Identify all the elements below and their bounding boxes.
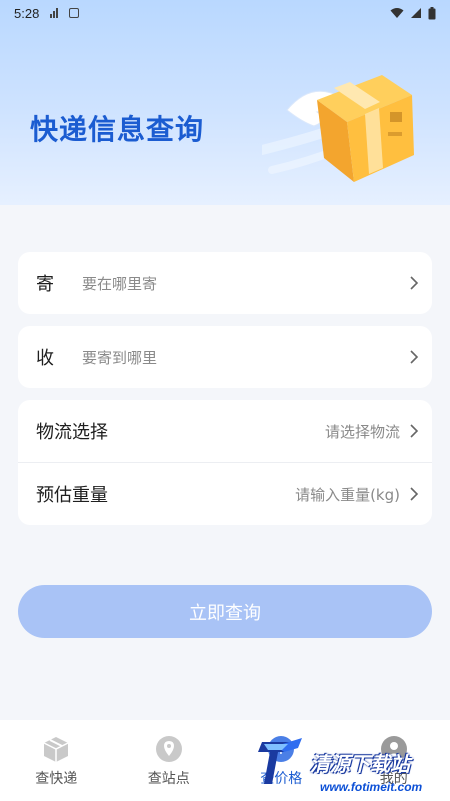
watermark-brand: 清源下载站 bbox=[310, 752, 410, 776]
watermark-overlay: 清源下载站 www.fotimeit.com bbox=[258, 732, 448, 800]
weight-label: 预估重量 bbox=[36, 485, 108, 506]
sender-card[interactable]: 寄 要在哪里寄 bbox=[18, 252, 432, 314]
query-button[interactable]: 立即查询 bbox=[18, 585, 432, 638]
wifi-icon bbox=[390, 8, 404, 18]
battery-icon bbox=[428, 6, 436, 19]
cell-signal-icon bbox=[411, 8, 421, 18]
receiver-card[interactable]: 收 要寄到哪里 bbox=[18, 326, 432, 388]
sender-row[interactable]: 寄 要在哪里寄 bbox=[18, 252, 432, 314]
receiver-row[interactable]: 收 要寄到哪里 bbox=[18, 326, 432, 388]
flying-package-icon bbox=[262, 75, 414, 182]
status-time: 5:28 bbox=[14, 5, 40, 21]
chevron-right-icon bbox=[410, 350, 419, 364]
tab-track-package[interactable]: 查快递 bbox=[0, 720, 113, 801]
watermark-logo-icon bbox=[258, 738, 302, 784]
receiver-placeholder: 要寄到哪里 bbox=[82, 348, 158, 367]
status-bar: 5:28 bbox=[0, 0, 450, 26]
sender-label: 寄 bbox=[36, 274, 54, 295]
chevron-right-icon bbox=[410, 424, 419, 438]
package-icon bbox=[43, 737, 69, 762]
weight-row[interactable]: 预估重量 请输入重量(kg) bbox=[18, 463, 432, 525]
receiver-label: 收 bbox=[36, 348, 54, 369]
hero-banner: 5:28 快递信息查询 bbox=[0, 0, 450, 205]
chevron-right-icon bbox=[410, 276, 419, 290]
chevron-right-icon bbox=[410, 487, 419, 501]
watermark-url: www.fotimeit.com bbox=[320, 780, 423, 794]
tab-find-station[interactable]: 查站点 bbox=[113, 720, 226, 801]
notification-a-icon bbox=[69, 8, 80, 18]
options-card: 物流选择 请选择物流 预估重量 请输入重量(kg) bbox=[18, 400, 432, 525]
tab-label: 查快递 bbox=[35, 771, 78, 787]
sender-placeholder: 要在哪里寄 bbox=[82, 274, 158, 293]
weight-input[interactable]: 请输入重量(kg) bbox=[295, 484, 400, 505]
page-title: 快递信息查询 bbox=[30, 113, 205, 146]
location-pin-icon bbox=[155, 736, 182, 762]
signal-small-icon bbox=[50, 8, 59, 18]
logistics-row[interactable]: 物流选择 请选择物流 bbox=[18, 400, 432, 462]
logistics-label: 物流选择 bbox=[36, 422, 108, 443]
tab-label: 查站点 bbox=[147, 771, 190, 787]
logistics-select[interactable]: 请选择物流 bbox=[325, 421, 400, 442]
